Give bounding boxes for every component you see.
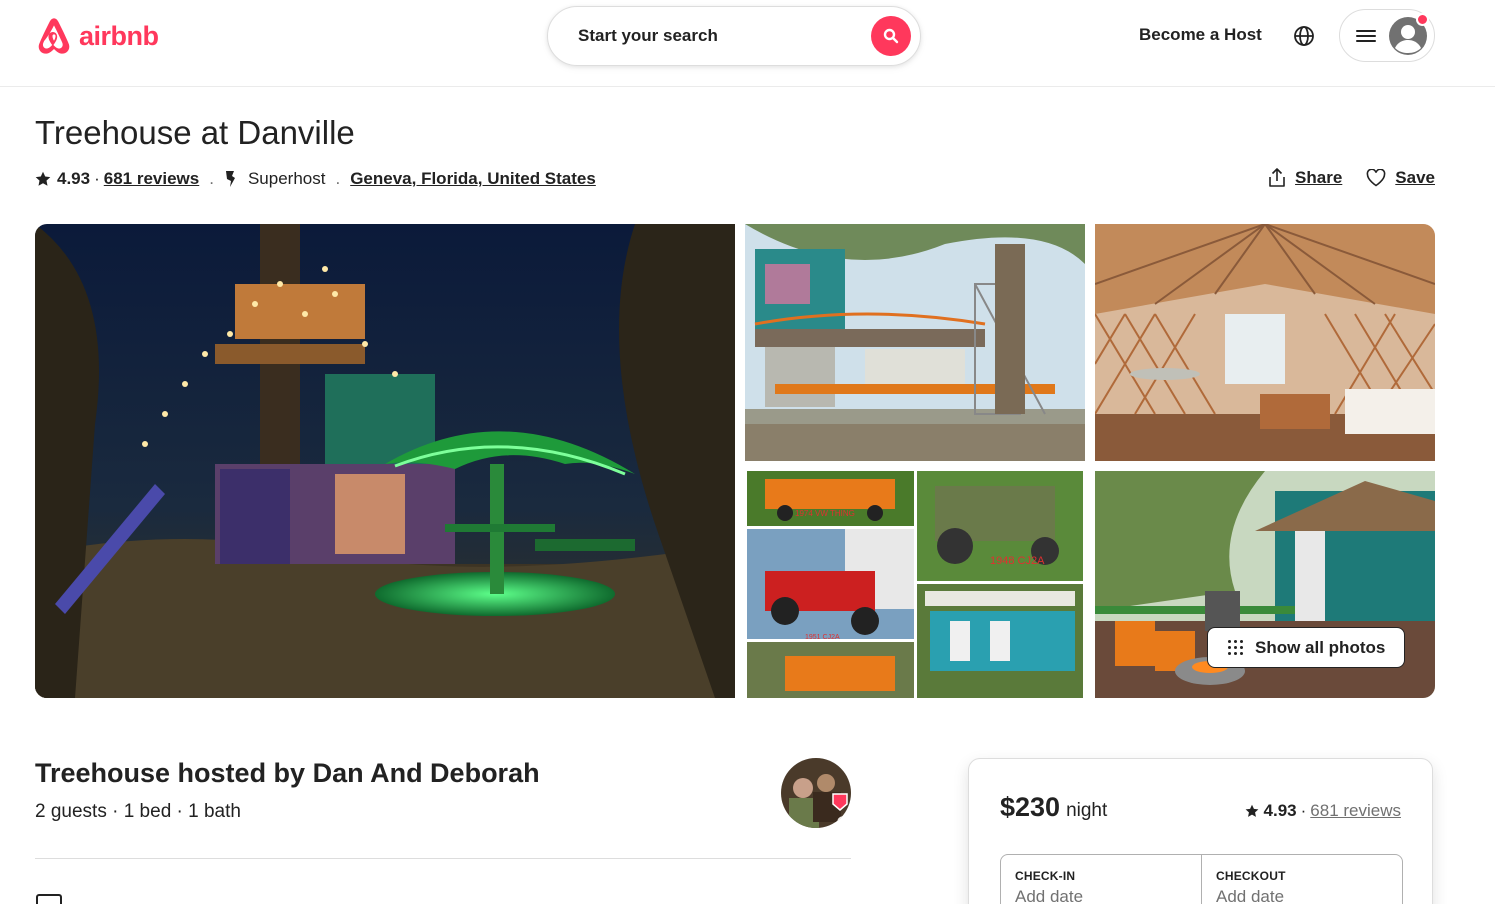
photo-treehouse-night[interactable]: [35, 224, 735, 698]
share-button[interactable]: Share: [1268, 168, 1342, 188]
photo-yurt-interior[interactable]: [1095, 224, 1435, 461]
logo-text: airbnb: [79, 20, 159, 51]
grid-dots-icon: [1228, 640, 1243, 655]
host-avatar[interactable]: [781, 758, 851, 828]
location-link[interactable]: Geneva, Florida, United States: [350, 169, 596, 189]
star-icon: [1245, 804, 1258, 817]
treehouse-night-image: [35, 224, 735, 698]
search-icon: [883, 28, 899, 44]
share-icon: [1269, 168, 1285, 187]
meta-separator: .: [335, 169, 341, 188]
price-amount: $230: [1000, 792, 1061, 822]
collage-caption-vw: 1974 VW THING: [795, 509, 855, 518]
reviews-link[interactable]: 681 reviews: [104, 169, 199, 189]
checkin-field[interactable]: CHECK-IN Add date: [1001, 855, 1201, 904]
globe-icon[interactable]: [1292, 24, 1316, 48]
host-avatar-image: [781, 758, 851, 828]
date-picker: CHECK-IN Add date CHECKOUT Add date: [1000, 854, 1403, 904]
notification-dot: [1416, 13, 1429, 26]
show-all-photos-button[interactable]: Show all photos: [1207, 627, 1405, 668]
search-placeholder[interactable]: Start your search: [578, 26, 871, 46]
listing-title: Treehouse at Danville: [35, 114, 355, 151]
workspace-icon: [36, 894, 62, 904]
vehicles-collage-image: 1974 VW THING 1948 CJ2A 1951 CJ2A: [745, 471, 1085, 698]
collage-caption-cj2a: 1948 CJ2A: [990, 555, 1045, 567]
meta-separator: ·: [94, 169, 100, 188]
card-rating: 4.93 · 681 reviews: [1245, 801, 1401, 821]
collage-caption-cj2a-2: 1951 CJ2A: [805, 634, 840, 641]
checkin-label: CHECK-IN: [1015, 869, 1076, 883]
price-unit: night: [1066, 800, 1108, 821]
checkout-label: CHECKOUT: [1216, 869, 1286, 883]
airbnb-logo[interactable]: airbnb: [35, 16, 159, 56]
card-reviews-link[interactable]: 681 reviews: [1310, 801, 1401, 821]
airbnb-logo-icon: [38, 18, 70, 54]
save-label: Save: [1395, 168, 1435, 187]
host-title: Treehouse hosted by Dan And Deborah: [35, 758, 540, 788]
top-nav: airbnb Start your search Become a Host: [0, 0, 1495, 87]
show-all-photos-label: Show all photos: [1255, 637, 1386, 657]
card-rating-value: 4.93: [1263, 801, 1297, 820]
booking-card: $230 night 4.93 · 681 reviews CHECK-IN A…: [968, 758, 1433, 904]
listing-actions: Share Save: [1268, 168, 1435, 188]
card-rating-separator: ·: [1300, 801, 1307, 820]
superhost-label: Superhost: [247, 169, 326, 188]
user-menu-button[interactable]: [1339, 9, 1435, 62]
superhost-icon: [225, 171, 235, 187]
share-label: Share: [1295, 168, 1343, 187]
search-bar[interactable]: Start your search: [547, 6, 921, 66]
heart-icon: [1366, 169, 1386, 187]
search-button[interactable]: [871, 16, 911, 56]
checkout-value: Add date: [1216, 887, 1285, 904]
checkin-value: Add date: [1015, 887, 1084, 904]
treehouse-day-image: [745, 224, 1085, 461]
photo-treehouse-day[interactable]: [745, 224, 1085, 461]
photo-vehicles-collage[interactable]: 1974 VW THING 1948 CJ2A 1951 CJ2A: [745, 471, 1085, 698]
listing-rating: 4.93: [57, 169, 91, 188]
listing-meta: 4.93 · 681 reviews . Superhost . Geneva,…: [35, 167, 596, 191]
price-row: $230 night: [1000, 792, 1107, 823]
meta-separator: .: [209, 169, 214, 188]
yurt-interior-image: [1095, 224, 1435, 461]
star-icon: [35, 171, 51, 186]
save-button[interactable]: Save: [1366, 168, 1435, 188]
hamburger-icon: [1356, 28, 1376, 44]
checkout-field[interactable]: CHECKOUT Add date: [1201, 855, 1402, 904]
host-details: 2 guests · 1 bed · 1 bath: [35, 801, 241, 822]
section-divider: [35, 858, 851, 859]
become-host-link[interactable]: Become a Host: [1139, 25, 1262, 45]
